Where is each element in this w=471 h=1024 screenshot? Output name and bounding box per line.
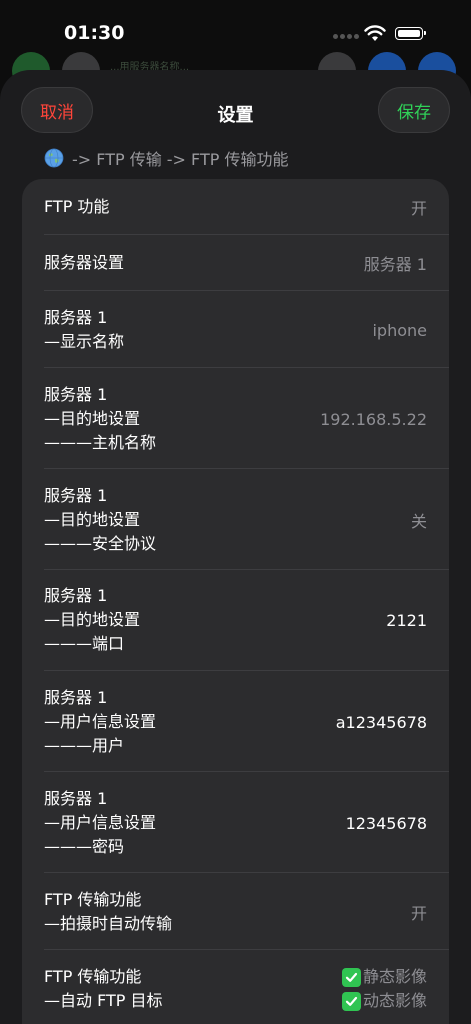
setting-value: 关: [410, 512, 427, 531]
battery-icon: [395, 27, 426, 40]
divider: [44, 569, 449, 570]
settings-sheet: 取消 设置 保存 -> FTP 传输 -> FTP 传输功能 FTP 功能 开 …: [0, 70, 471, 1024]
wifi-icon: [364, 25, 386, 41]
setting-row-security-protocol[interactable]: 服务器 1 —目的地设置 ———安全协议 关: [44, 484, 427, 556]
settings-list: FTP 功能 开 服务器设置 服务器 1 服务器 1 —显示名称 iphone …: [22, 179, 449, 1024]
setting-label: 服务器 1 —目的地设置 ———主机名称: [44, 385, 157, 452]
setting-row-ftp-function[interactable]: FTP 功能 开: [44, 188, 427, 226]
setting-label: FTP 传输功能 —拍摄时自动传输: [44, 890, 173, 933]
breadcrumb-text: -> FTP 传输 -> FTP 传输功能: [72, 150, 289, 169]
setting-row-user[interactable]: 服务器 1 —用户信息设置 ———用户 a12345678: [44, 686, 427, 758]
divider: [44, 771, 449, 772]
setting-label: 服务器 1 —目的地设置 ———端口: [44, 586, 141, 653]
setting-value: 开: [410, 904, 427, 923]
setting-value: 192.168.5.22: [320, 409, 427, 429]
divider: [44, 234, 449, 235]
status-time: 01:30: [64, 22, 125, 44]
setting-value: iphone: [372, 320, 427, 340]
setting-row-display-name[interactable]: 服务器 1 —显示名称 iphone: [44, 306, 427, 354]
setting-row-password[interactable]: 服务器 1 —用户信息设置 ———密码 12345678: [44, 787, 427, 859]
divider: [44, 367, 449, 368]
setting-value: 服务器 1: [363, 255, 427, 274]
setting-label: 服务器 1 —目的地设置 ———安全协议: [44, 486, 157, 553]
setting-row-server-settings[interactable]: 服务器设置 服务器 1: [44, 244, 427, 282]
setting-value: a12345678: [335, 712, 427, 732]
setting-value: 2121: [386, 610, 427, 630]
setting-row-auto-transfer[interactable]: FTP 传输功能 —拍摄时自动传输 开: [44, 888, 427, 936]
check-option-movie[interactable]: 动态影像: [341, 989, 427, 1013]
setting-label: 服务器设置: [44, 253, 125, 272]
setting-label: FTP 传输功能 —自动 FTP 目标: [44, 967, 163, 1010]
setting-label: FTP 功能: [44, 197, 110, 216]
save-button[interactable]: 保存: [378, 87, 450, 133]
setting-row-port[interactable]: 服务器 1 —目的地设置 ———端口 2121: [44, 584, 427, 656]
status-bar: 01:30: [0, 0, 471, 60]
globe-icon: [44, 148, 64, 168]
divider: [44, 949, 449, 950]
breadcrumb: -> FTP 传输 -> FTP 传输功能: [44, 146, 288, 170]
setting-row-auto-ftp-target[interactable]: FTP 传输功能 —自动 FTP 目标 静态影像 动态影像: [44, 965, 427, 1013]
divider: [44, 290, 449, 291]
setting-value: 静态影像 动态影像: [341, 965, 427, 1013]
divider: [44, 872, 449, 873]
setting-row-host-name[interactable]: 服务器 1 —目的地设置 ———主机名称 192.168.5.22: [44, 383, 427, 455]
setting-value: 开: [410, 199, 427, 218]
divider: [44, 670, 449, 671]
setting-label: 服务器 1 —显示名称: [44, 308, 125, 351]
check-option-still[interactable]: 静态影像: [341, 965, 427, 989]
setting-label: 服务器 1 —用户信息设置 ———用户: [44, 688, 157, 755]
divider: [44, 468, 449, 469]
setting-label: 服务器 1 —用户信息设置 ———密码: [44, 789, 157, 856]
checkmark-icon: [341, 967, 361, 987]
cellular-signal-icon: [333, 34, 359, 40]
setting-value: 12345678: [345, 813, 427, 833]
checkmark-icon: [341, 991, 361, 1011]
